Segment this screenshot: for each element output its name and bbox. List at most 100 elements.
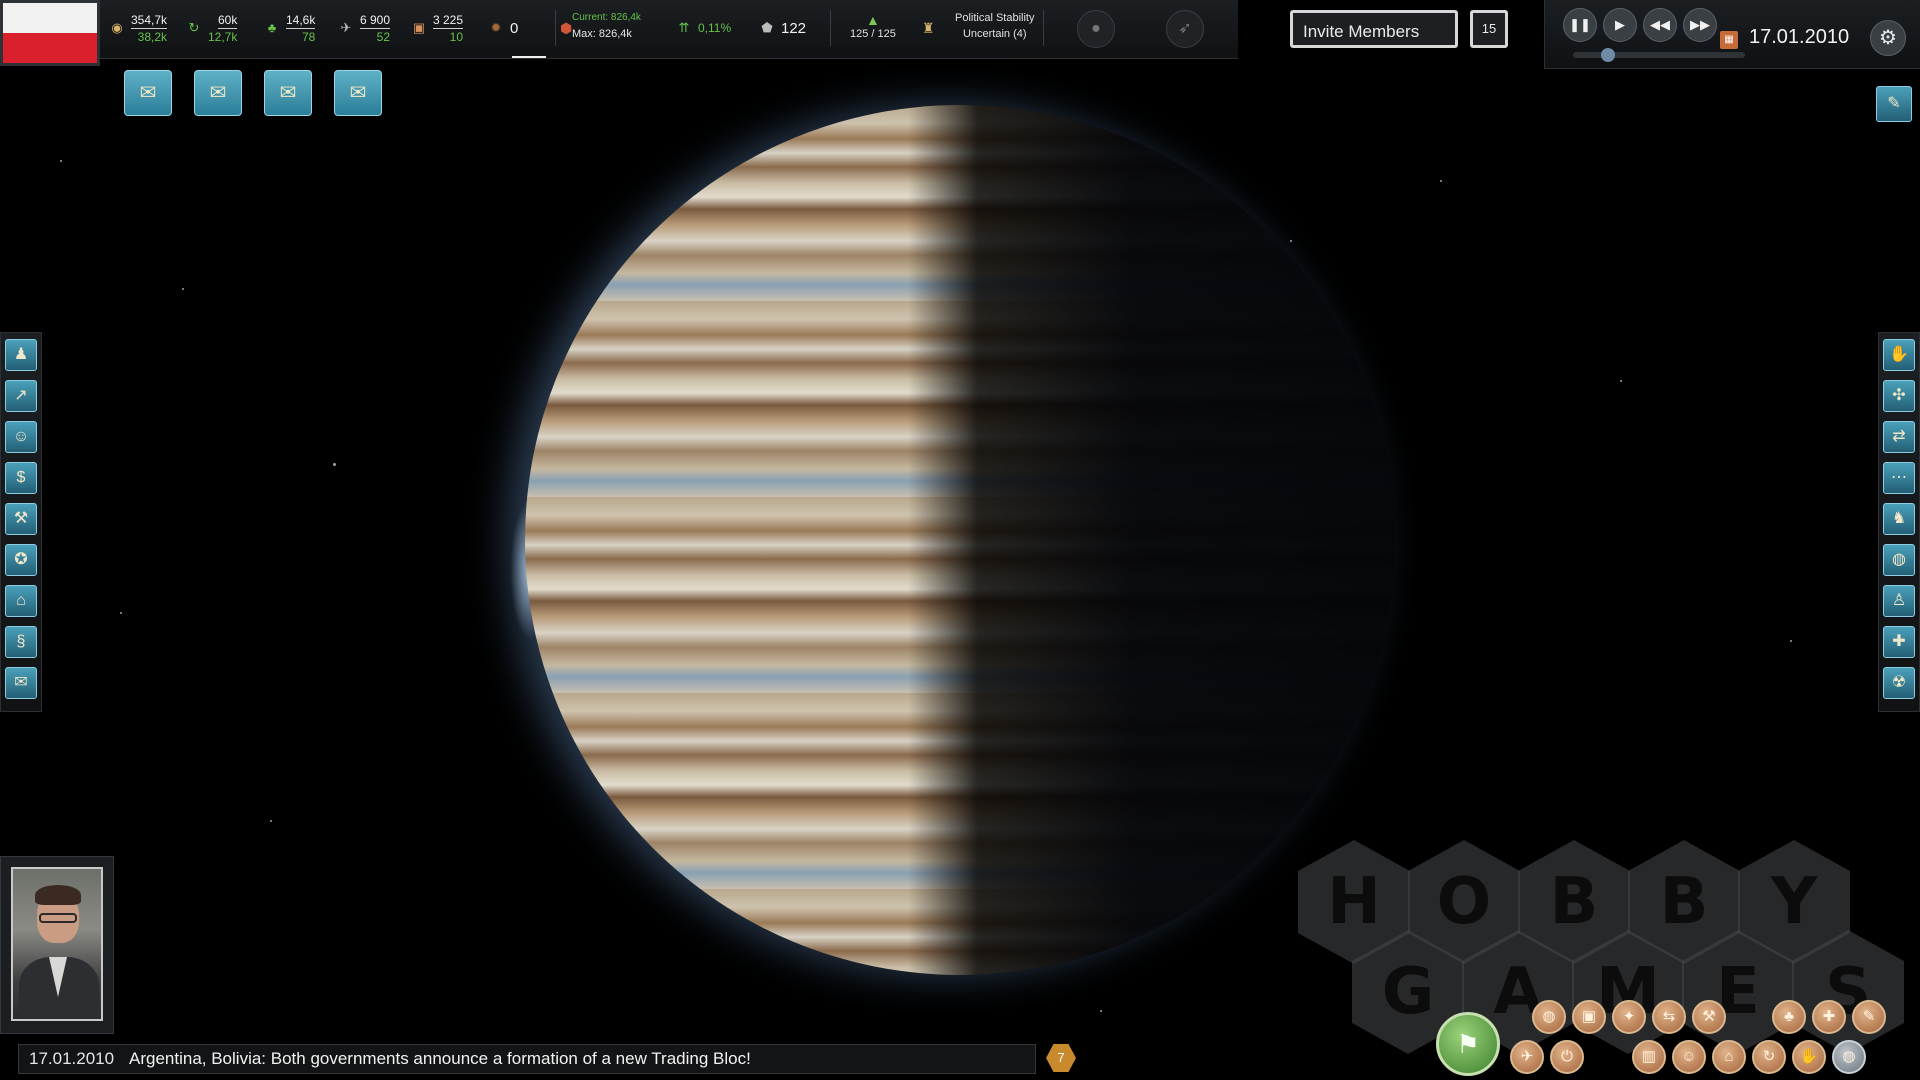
rewind-icon[interactable]: ◀◀ — [1643, 8, 1677, 42]
scroll-icon[interactable]: ✉ — [334, 70, 382, 116]
government-icon[interactable]: ♟ — [5, 339, 37, 371]
coins-icon: ◉ — [111, 20, 123, 35]
buildings-icon[interactable]: ⌂ — [5, 585, 37, 617]
resource-goods-delta: 10 — [449, 29, 464, 44]
resource-money[interactable]: ◉ 354,7k 38,2k — [108, 8, 168, 48]
resource-energy[interactable]: ✹ 0 — [487, 8, 519, 48]
trade-icon[interactable]: ⇄ — [1883, 421, 1915, 453]
globe-icon[interactable]: ◍ — [1883, 544, 1915, 576]
capacity-icon: ⬢ — [560, 20, 573, 36]
sun-icon: ✹ — [490, 20, 502, 35]
top-resource-bar: ◉ 354,7k 38,2k ↻ 60k 12,7k ♣ 14,6k 78 ✈ 6 9… — [0, 0, 1238, 59]
industry-icon[interactable]: ⚒ — [5, 503, 37, 535]
aid-action-icon[interactable]: ✚ — [1812, 1000, 1846, 1034]
soldier-icon[interactable]: ♞ — [1883, 503, 1915, 535]
economy-icon[interactable]: ↗ — [5, 380, 37, 412]
pause-icon[interactable]: ❚❚ — [1563, 8, 1597, 42]
people-action-icon[interactable]: ☺ — [1672, 1040, 1706, 1074]
news-ticker[interactable]: 17.01.2010 Argentina, Bolivia: Both gove… — [18, 1044, 1036, 1074]
agriculture-action-icon[interactable]: ♣ — [1772, 1000, 1806, 1034]
growth-value: 0,11% — [698, 21, 732, 35]
stability-icon: ♜ — [922, 20, 935, 36]
speed-slider[interactable] — [1573, 48, 1745, 62]
globe-gray-action-icon[interactable]: ◍ — [1832, 1040, 1866, 1074]
invite-count-badge[interactable]: 15 — [1470, 10, 1508, 48]
globe-action-icon[interactable]: ◍ — [1532, 1000, 1566, 1034]
growth-rate[interactable]: ⇈ 0,11% — [675, 8, 732, 48]
chart-action-icon[interactable]: ▥ — [1632, 1040, 1666, 1074]
build-action-icon[interactable]: ⚑ — [1436, 1012, 1500, 1076]
speed-slider-knob[interactable] — [1601, 48, 1615, 62]
swap-action-icon[interactable]: ⇆ — [1652, 1000, 1686, 1034]
scroll-icon[interactable]: ✉ — [194, 70, 242, 116]
capacity-readout[interactable]: Current: 826,4k Max: 826,4k — [572, 10, 641, 42]
gear-icon[interactable]: ⚙ — [1870, 20, 1906, 56]
laws-icon[interactable]: § — [5, 626, 37, 658]
calendar-icon: ▦ — [1720, 31, 1738, 49]
divider — [555, 10, 556, 46]
resource-research[interactable]: ↻ 60k 12,7k — [185, 8, 238, 48]
emblem-icon[interactable]: ✪ — [5, 544, 37, 576]
capacity-max: Max: 826,4k — [572, 28, 632, 40]
agent-icon[interactable]: ♙ — [1883, 585, 1915, 617]
divider — [830, 10, 831, 46]
resource-goods-total: 3 225 — [433, 12, 464, 29]
recycle-action-icon[interactable]: ↻ — [1752, 1040, 1786, 1074]
news-count-badge[interactable]: 7 — [1046, 1044, 1076, 1072]
satellite-action-icon[interactable]: ✦ — [1612, 1000, 1646, 1034]
book-action-icon[interactable]: ✎ — [1852, 1000, 1886, 1034]
resource-research-total: 60k — [218, 12, 238, 29]
power-action-icon[interactable]: ⏻ — [1550, 1040, 1584, 1074]
right-sidebar: ✋ ✣ ⇄ ⋯ ♞ ◍ ♙ ✚ ☢ — [1878, 332, 1920, 712]
notes-icon[interactable]: ✎ — [1876, 86, 1912, 122]
scroll-icon[interactable]: ✉ — [124, 70, 172, 116]
tools-action-icon[interactable]: ⚒ — [1692, 1000, 1726, 1034]
aid-icon[interactable]: ✚ — [1883, 626, 1915, 658]
nuclear-icon[interactable]: ☢ — [1883, 667, 1915, 699]
planet-jupiter[interactable] — [525, 105, 1395, 975]
lightbulb-icon[interactable]: ● — [1077, 10, 1115, 48]
bank-action-icon[interactable]: ⌂ — [1712, 1040, 1746, 1074]
finance-icon[interactable]: $ — [5, 462, 37, 494]
resource-money-delta: 38,2k — [137, 29, 168, 44]
resource-military-delta: 52 — [376, 29, 391, 44]
stability-status: Uncertain (4) — [962, 28, 1027, 40]
invite-members-button[interactable]: Invite Members — [1290, 10, 1458, 48]
handshake-icon[interactable]: ✋ — [1883, 339, 1915, 371]
current-date: 17.01.2010 — [1749, 26, 1850, 48]
political-stability[interactable]: Political Stability Uncertain (4) — [955, 10, 1034, 42]
rocket-icon[interactable]: ➶ — [1166, 10, 1204, 48]
resource-military-total: 6 900 — [360, 12, 391, 29]
resource-goods[interactable]: ▣ 3 225 10 — [410, 8, 464, 48]
play-icon[interactable]: ▶ — [1603, 8, 1637, 42]
handshake-action-icon[interactable]: ✋ — [1792, 1040, 1826, 1074]
left-sidebar: ♟ ↗ ☺ $ ⚒ ✪ ⌂ § ✉ — [0, 332, 42, 712]
scroll-icon[interactable]: ✉ — [264, 70, 312, 116]
pyramid-icon: ▲ — [866, 12, 880, 28]
portrait-hair — [35, 885, 81, 905]
military-action-icon[interactable]: ✈ — [1510, 1040, 1544, 1074]
population-ratio[interactable]: ▲ 125 / 125 — [850, 12, 896, 40]
country-flag[interactable] — [0, 0, 100, 66]
resource-military[interactable]: ✈ 6 900 52 — [337, 8, 391, 48]
shield-icon: ⬟ — [761, 20, 773, 35]
population-icon[interactable]: ☺ — [5, 421, 37, 453]
leader-portrait[interactable] — [11, 867, 103, 1021]
resource-agriculture[interactable]: ♣ 14,6k 78 — [263, 8, 316, 48]
chip-action-icon[interactable]: ▣ — [1572, 1000, 1606, 1034]
recycle-icon: ↻ — [188, 20, 200, 35]
satisfaction-value: 122 — [781, 19, 807, 37]
active-indicator — [512, 56, 546, 58]
scroll-icon[interactable]: ✉ — [5, 667, 37, 699]
portrait-glasses — [39, 913, 77, 923]
resource-agriculture-total: 14,6k — [286, 12, 316, 29]
fast-forward-icon[interactable]: ▶▶ — [1683, 8, 1717, 42]
network-icon[interactable]: ✣ — [1883, 380, 1915, 412]
growth-icon: ⇈ — [678, 20, 690, 35]
more-icon[interactable]: ⋯ — [1883, 462, 1915, 494]
population-ratio-value: 125 / 125 — [850, 28, 896, 40]
resource-energy-value: 0 — [510, 19, 519, 37]
satisfaction[interactable]: ⬟ 122 — [758, 8, 806, 48]
resource-money-total: 354,7k — [131, 12, 168, 29]
stability-title: Political Stability — [955, 12, 1035, 24]
